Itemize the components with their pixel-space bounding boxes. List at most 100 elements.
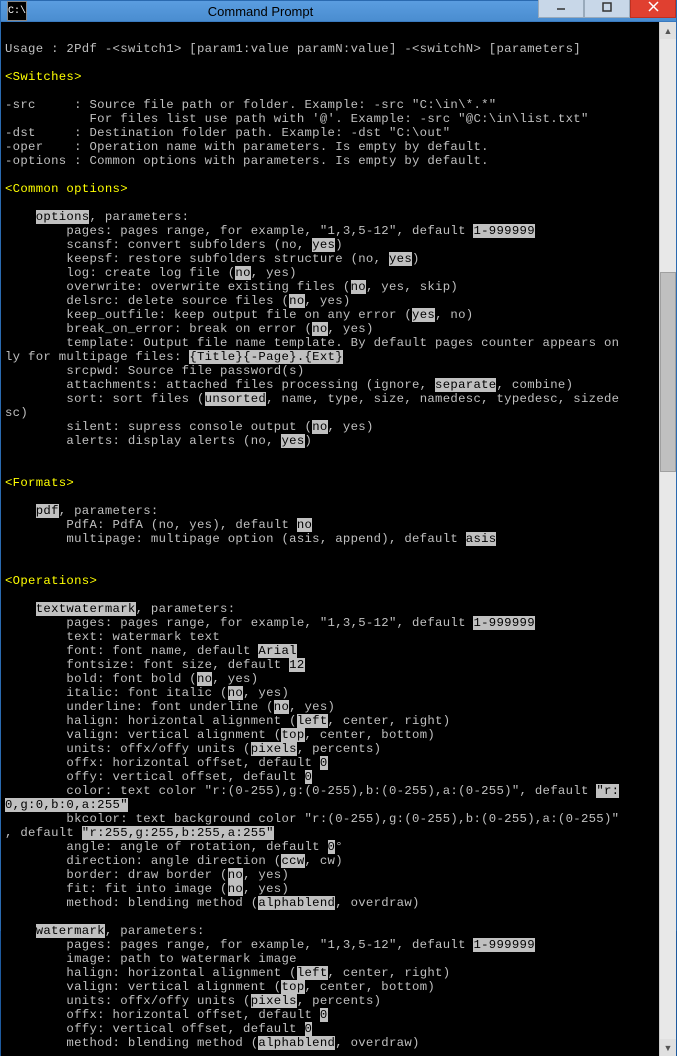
switch-dst: -dst : Destination folder path. Example:… [5, 126, 450, 140]
close-button[interactable] [630, 0, 676, 18]
wm-valign: valign: vertical alignment ( [5, 980, 281, 994]
tw-valign: valign: vertical alignment ( [5, 728, 281, 742]
opt-sort: sort: sort files ( [5, 392, 205, 406]
pdf-title: pdf [36, 504, 59, 518]
tw-underline: underline: font underline ( [5, 700, 274, 714]
opt-pages: pages: pages range, for example, "1,3,5-… [5, 224, 473, 238]
tw-params-label: , parameters: [136, 602, 236, 616]
wm-offy: offy: vertical offset, default [5, 1022, 305, 1036]
options-title: options [36, 210, 90, 224]
tw-border-def: no [228, 868, 243, 882]
opt-attach-def: separate [435, 378, 496, 392]
opt-sort-2: sc) [5, 406, 28, 420]
tw-method: method: blending method ( [5, 896, 258, 910]
scroll-thumb[interactable] [660, 272, 676, 472]
tw-direction-def: ccw [281, 854, 304, 868]
tw-valign-def: top [281, 728, 304, 742]
opt-overwrite-def: no [351, 280, 366, 294]
usage-line: Usage : 2Pdf -<switch1> [param1:value pa… [5, 42, 581, 56]
minimize-icon [556, 2, 566, 12]
operations-header: <Operations> [5, 574, 97, 588]
opt-template-2a: ly for multipage files: [5, 350, 189, 364]
opt-overwrite: overwrite: overwrite existing files ( [5, 280, 351, 294]
opt-scansf: scansf: convert subfolders (no, [5, 238, 312, 252]
wm-valign-def: top [281, 980, 304, 994]
opt-scansf-def: yes [312, 238, 335, 252]
fmt-multipage-def: asis [466, 532, 497, 546]
tw-fit-def: no [228, 882, 243, 896]
tw-offy-def: 0 [305, 770, 313, 784]
pdf-params-label: , parameters: [59, 504, 159, 518]
tw-method-def: alphablend [258, 896, 335, 910]
wm-params-label: , parameters: [105, 924, 205, 938]
wm-halign-def: left [297, 966, 328, 980]
opt-attach: attachments: attached files processing (… [5, 378, 435, 392]
opt-delsrc: delsrc: delete source files ( [5, 294, 289, 308]
opt-sort-def: unsorted [205, 392, 266, 406]
switches-header: <Switches> [5, 70, 82, 84]
opt-keepout: keep_outfile: keep output file on any er… [5, 308, 412, 322]
switch-src-2: For files list use path with '@'. Exampl… [5, 112, 589, 126]
tw-bkcolor-2a: , default [5, 826, 82, 840]
command-prompt-window: C:\ Command Prompt Usage : 2Pdf -<switch… [0, 0, 677, 931]
scroll-up-arrow[interactable]: ▲ [660, 22, 676, 39]
tw-color-def-2: 0,g:0,b:0,a:255" [5, 798, 128, 812]
tw-underline-def: no [274, 700, 289, 714]
formats-header: <Formats> [5, 476, 74, 490]
opt-silent: silent: supress console output ( [5, 420, 312, 434]
maximize-button[interactable] [584, 0, 630, 18]
tw-text: text: watermark text [5, 630, 220, 644]
switch-options: -options : Common options with parameter… [5, 154, 489, 168]
opt-log: log: create log file ( [5, 266, 235, 280]
window-title: Command Prompt [33, 4, 538, 19]
tw-pages-def: 1-999999 [473, 616, 534, 630]
wm-units: units: offx/offy units ( [5, 994, 251, 1008]
maximize-icon [602, 2, 612, 12]
terminal-output[interactable]: Usage : 2Pdf -<switch1> [param1:value pa… [1, 22, 659, 1056]
tw-color-1: color: text color "r:(0-255),g:(0-255),b… [5, 784, 596, 798]
tw-fontsize: fontsize: font size, default [5, 658, 289, 672]
wm-halign: halign: horizontal alignment ( [5, 966, 297, 980]
fmt-multipage: multipage: multipage option (asis, appen… [5, 532, 466, 546]
opt-log-def: no [235, 266, 250, 280]
params-label: , parameters: [89, 210, 189, 224]
close-icon [648, 1, 659, 12]
tw-pages: pages: pages range, for example, "1,3,5-… [5, 616, 473, 630]
tw-offy: offy: vertical offset, default [5, 770, 305, 784]
tw-bold-def: no [197, 672, 212, 686]
opt-boe-def: no [312, 322, 327, 336]
wm-method-def: alphablend [258, 1036, 335, 1050]
tw-bkcolor-def: "r:255,g:255,b:255,a:255" [82, 826, 274, 840]
watermark-title: watermark [36, 924, 105, 938]
tw-bkcolor-1: bkcolor: text background color "r:(0-255… [5, 812, 619, 826]
wm-image: image: path to watermark image [5, 952, 297, 966]
wm-offx: offx: horizontal offset, default [5, 1008, 320, 1022]
client-area: Usage : 2Pdf -<switch1> [param1:value pa… [1, 22, 676, 1056]
tw-font: font: font name, default [5, 644, 258, 658]
tw-font-def: Arial [258, 644, 296, 658]
fmt-pdfa-def: no [297, 518, 312, 532]
opt-template-def: {Title}{-Page}.{Ext} [189, 350, 343, 364]
tw-color-def-1: "r: [596, 784, 619, 798]
wm-pages-def: 1-999999 [473, 938, 534, 952]
titlebar[interactable]: C:\ Command Prompt [1, 1, 676, 22]
tw-units-def: pixels [251, 742, 297, 756]
scroll-down-arrow[interactable]: ▼ [660, 1039, 676, 1056]
textwatermark-title: textwatermark [36, 602, 136, 616]
tw-bold: bold: font bold ( [5, 672, 197, 686]
vertical-scrollbar[interactable]: ▲ ▼ [659, 22, 676, 1056]
opt-keepsf: keepsf: restore subfolders structure (no… [5, 252, 389, 266]
tw-offx: offx: horizontal offset, default [5, 756, 320, 770]
app-icon: C:\ [7, 1, 27, 21]
tw-fit: fit: fit into image ( [5, 882, 228, 896]
opt-template-1: template: Output file name template. By … [5, 336, 619, 350]
wm-pages: pages: pages range, for example, "1,3,5-… [5, 938, 473, 952]
minimize-button[interactable] [538, 0, 584, 18]
tw-italic: italic: font italic ( [5, 686, 228, 700]
fmt-pdfa: PdfA: PdfA (no, yes), default [5, 518, 297, 532]
wm-method: method: blending method ( [5, 1036, 258, 1050]
switch-src: -src : Source file path or folder. Examp… [5, 98, 496, 112]
tw-units: units: offx/offy units ( [5, 742, 251, 756]
tw-border: border: draw border ( [5, 868, 228, 882]
opt-alerts: alerts: display alerts (no, [5, 434, 281, 448]
